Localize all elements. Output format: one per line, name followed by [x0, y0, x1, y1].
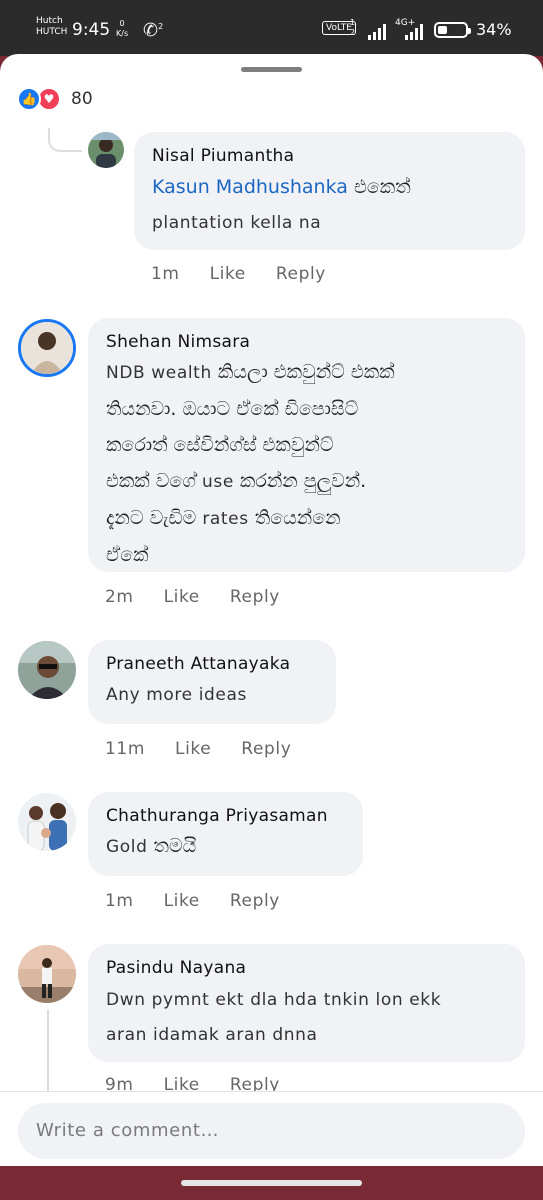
comment-author[interactable]: Pasindu Nayana	[106, 958, 507, 978]
reply-button[interactable]: Reply	[230, 891, 280, 911]
drag-handle[interactable]	[241, 67, 302, 72]
network-speed: 0 K/s	[116, 19, 129, 38]
comment-actions: 2m Like Reply	[105, 587, 310, 607]
home-gesture-bar[interactable]	[181, 1180, 362, 1186]
battery-level	[438, 26, 447, 34]
reply-button[interactable]: Reply	[230, 587, 280, 607]
comment-time: 2m	[105, 587, 134, 607]
comment-actions: 1m Like Reply	[105, 891, 310, 911]
wifi-call-icon: ✆2	[143, 20, 164, 41]
comment-input[interactable]: Write a comment…	[18, 1103, 525, 1159]
comment-actions: 11m Like Reply	[105, 739, 321, 759]
system-nav-bar	[0, 1166, 543, 1200]
like-button[interactable]: Like	[164, 891, 200, 911]
reply-thread-line	[47, 1010, 49, 1100]
status-time: 9:45	[72, 20, 111, 40]
comment-bubble[interactable]: Pasindu Nayana Dwn pymnt ekt dla hda tnk…	[88, 944, 525, 1062]
mention-link[interactable]: Kasun Madhushanka	[152, 176, 348, 198]
avatar[interactable]	[18, 945, 76, 1003]
carrier-label: Hutch HUTCH	[36, 16, 68, 37]
comment-composer: Write a comment…	[0, 1091, 543, 1166]
reply-button[interactable]: Reply	[276, 264, 326, 284]
comment-bubble[interactable]: Praneeth Attanayaka Any more ideas	[88, 640, 336, 724]
comment-bubble[interactable]: Shehan Nimsara NDB wealth කියලා එකවුන්ට්…	[88, 318, 525, 572]
comment-text: NDB wealth කියලා එකවුන්ට් එකක් තියනවා. ඔ…	[106, 361, 395, 566]
like-button[interactable]: Like	[164, 587, 200, 607]
signal-icon	[368, 22, 390, 40]
avatar[interactable]	[18, 319, 76, 377]
comment-text: Any more ideas	[106, 685, 247, 705]
reply-connector	[48, 128, 82, 152]
comment-author[interactable]: Chathuranga Priyasaman	[106, 806, 345, 826]
signal-icon-2	[405, 22, 427, 40]
avatar[interactable]	[18, 793, 76, 851]
comment-bubble[interactable]: Nisal Piumantha Kasun Madhushanka එකෙත් …	[134, 132, 525, 250]
sim-indicator: 1 2	[350, 18, 356, 37]
comment-author[interactable]: Nisal Piumantha	[152, 146, 507, 166]
like-icon: 👍	[17, 87, 41, 111]
like-button[interactable]: Like	[210, 264, 246, 284]
comment-text: Gold තමයි	[106, 835, 197, 857]
comments-sheet: 👍 ♥ 80 Nisal Piumantha Kasun Madhushanka…	[0, 54, 543, 1166]
comment-actions: 1m Like Reply	[151, 264, 356, 284]
avatar[interactable]	[18, 641, 76, 699]
battery-icon	[434, 22, 471, 38]
like-button[interactable]: Like	[175, 739, 211, 759]
comment-author[interactable]: Shehan Nimsara	[106, 332, 507, 352]
avatar[interactable]	[88, 132, 124, 168]
comment-bubble[interactable]: Chathuranga Priyasaman Gold තමයි	[88, 792, 363, 876]
status-bar: Hutch HUTCH 9:45 0 K/s ✆2 VoLTE 1 2 4G+ …	[0, 0, 543, 56]
comment-text: Kasun Madhushanka එකෙත් plantation kella…	[152, 176, 411, 233]
battery-percent: 34%	[476, 20, 512, 39]
comment-time: 1m	[105, 891, 134, 911]
reaction-count: 80	[71, 89, 93, 109]
comment-time: 11m	[105, 739, 145, 759]
comment-author[interactable]: Praneeth Attanayaka	[106, 654, 318, 674]
comment-text: Dwn pymnt ekt dla hda tnkin lon ekk aran…	[106, 990, 442, 1045]
reply-button[interactable]: Reply	[241, 739, 291, 759]
comment-time: 1m	[151, 264, 180, 284]
